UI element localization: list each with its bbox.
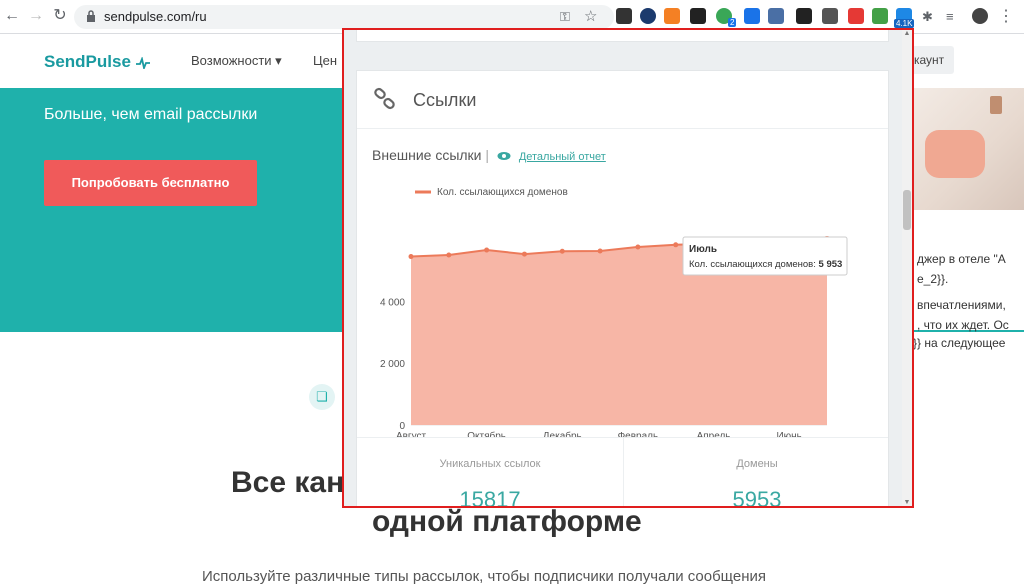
scroll-down-icon[interactable]: ▼ xyxy=(903,499,911,506)
key-icon[interactable]: ⚿ xyxy=(560,9,576,25)
address-bar[interactable]: sendpulse.com/ru xyxy=(74,5,614,29)
x-tick-label: Декабрь xyxy=(543,430,582,437)
extension-2-icon[interactable] xyxy=(640,8,656,24)
link-icon xyxy=(374,87,395,110)
data-point xyxy=(559,248,565,254)
extension-badge: 2 xyxy=(728,18,737,27)
reload-icon[interactable]: ↻ xyxy=(50,6,70,26)
stat-label: Уникальных ссылок xyxy=(439,458,541,470)
data-point xyxy=(521,251,527,257)
extension-6-icon[interactable] xyxy=(744,8,760,24)
avatar[interactable] xyxy=(972,8,988,24)
pulse-icon xyxy=(135,56,150,69)
x-tick-label: Октябрь xyxy=(467,430,506,437)
scroll-up-icon[interactable]: ▲ xyxy=(903,30,911,37)
preview-line: e_2}}. xyxy=(917,272,949,286)
nav-features[interactable]: Возможности ▾ xyxy=(191,53,282,69)
star-icon[interactable]: ☆ xyxy=(584,7,600,25)
eye-icon xyxy=(497,152,511,161)
forward-icon[interactable]: → xyxy=(26,6,46,26)
links-report-panel: Ссылки Внешние ссылки | Детальный отчет … xyxy=(342,28,914,508)
extension-10-icon[interactable] xyxy=(848,8,864,24)
media-icon[interactable]: ≡ xyxy=(946,9,962,25)
data-point xyxy=(446,252,452,258)
extension-11-icon[interactable] xyxy=(872,8,888,24)
preview-line: , что их ждет. Ос xyxy=(917,318,1009,332)
extension-4-icon[interactable] xyxy=(690,8,706,24)
email-preview: джер в отеле "А e_2}}. впечатлениями, , … xyxy=(905,210,1024,332)
extension-7-icon[interactable] xyxy=(768,8,784,24)
lock-icon xyxy=(87,10,95,22)
tooltip-text: Кол. ссылающихся доменов: 5 953 xyxy=(689,259,842,270)
section-subtitle: Используйте различные типы рассылок, что… xyxy=(202,568,766,585)
external-links-heading: Внешние ссылки | Детальный отчет xyxy=(372,147,606,163)
bookmark-icon: ❏ xyxy=(309,384,335,410)
back-icon[interactable]: ← xyxy=(2,6,22,26)
extension-3-icon[interactable] xyxy=(664,8,680,24)
stat-label: Домены xyxy=(736,458,778,470)
stat-value: 15817 xyxy=(459,487,521,508)
stat-value: 5953 xyxy=(732,487,782,508)
extension-badge-2: 4.1K xyxy=(894,19,915,28)
section-title-part2: одной платформе xyxy=(372,505,642,538)
extension-9-icon[interactable] xyxy=(822,8,838,24)
tooltip-value: 5 953 xyxy=(819,259,843,270)
hero-title: Больше, чем email рассылки xyxy=(44,106,258,123)
extension-1-icon[interactable] xyxy=(616,8,632,24)
card-header: Ссылки xyxy=(357,71,888,129)
puzzle-icon[interactable]: ✱ xyxy=(922,9,938,25)
unique-links-stat: Уникальных ссылок 15817 xyxy=(357,438,623,508)
hero-image xyxy=(905,88,1024,210)
external-links-label: Внешние ссылки xyxy=(372,147,482,163)
section-title-part1: Все кан xyxy=(231,466,345,499)
extension-8-icon[interactable] xyxy=(796,8,812,24)
data-point xyxy=(408,254,414,260)
preview-line: впечатлениями, xyxy=(917,298,1006,312)
data-point xyxy=(484,247,490,253)
referring-domains-chart: 02 0004 000АвгустСентябрьОктябрьНоябрьДе… xyxy=(380,187,848,437)
data-point xyxy=(673,242,679,248)
domains-stat: Домены 5953 xyxy=(624,438,890,508)
logo-text: SendPulse xyxy=(44,52,131,71)
tooltip-title: Июль xyxy=(689,244,717,255)
logo[interactable]: SendPulse xyxy=(44,52,150,72)
detailed-report-link[interactable]: Детальный отчет xyxy=(519,151,606,163)
links-card: Ссылки Внешние ссылки | Детальный отчет … xyxy=(356,70,890,508)
data-point xyxy=(597,248,603,254)
nav-prices[interactable]: Цен xyxy=(313,53,337,68)
account-button[interactable]: каунт xyxy=(910,46,954,74)
menu-icon[interactable]: ⋮ xyxy=(998,6,1014,25)
y-tick-label: 4 000 xyxy=(380,297,405,308)
card-title: Ссылки xyxy=(413,90,477,110)
url-text: sendpulse.com/ru xyxy=(104,9,207,24)
try-free-button[interactable]: Попробовать бесплатно xyxy=(44,160,257,206)
y-tick-label: 2 000 xyxy=(380,359,405,370)
previous-card-edge xyxy=(356,30,889,42)
preview-line: джер в отеле "А xyxy=(917,252,1006,266)
scrollbar-thumb[interactable] xyxy=(903,190,911,230)
legend-label: Кол. ссылающихся доменов xyxy=(437,187,568,198)
data-point xyxy=(635,244,641,250)
preview-line: }} на следующее xyxy=(913,336,1006,350)
stats-row: Уникальных ссылок 15817 Домены 5953 xyxy=(357,437,890,508)
scrollbar[interactable]: ▲ ▼ xyxy=(902,30,912,506)
